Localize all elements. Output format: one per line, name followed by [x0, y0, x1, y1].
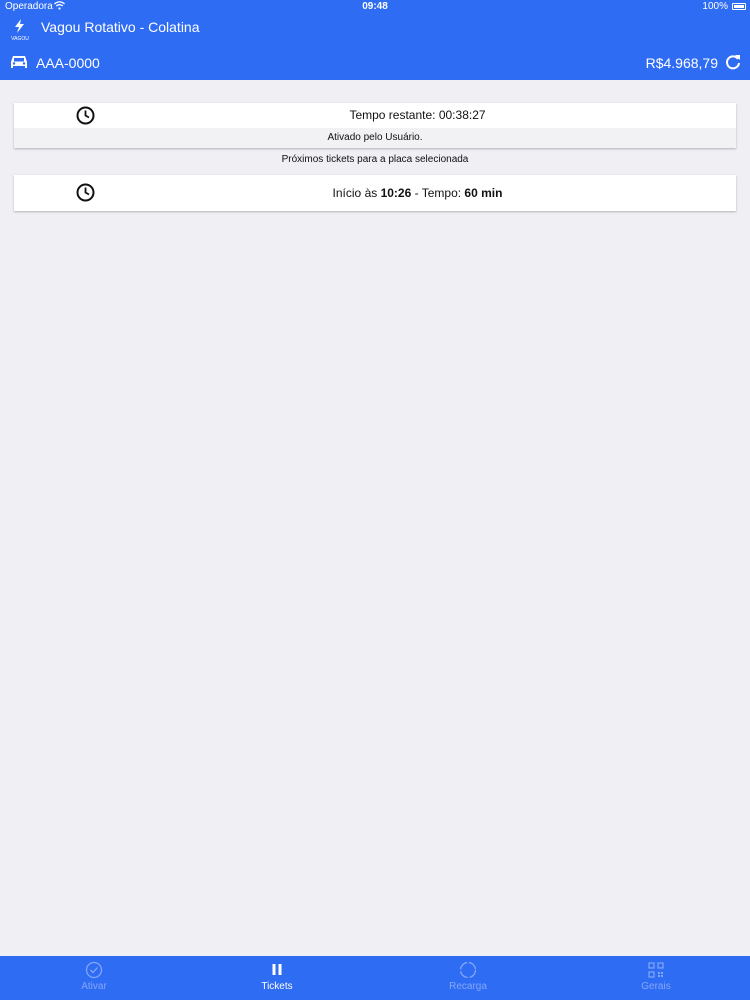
next-tickets-label: Próximos tickets para a placa selecionad…	[281, 154, 469, 165]
tab-tickets[interactable]: Tickets	[183, 956, 371, 1000]
battery-level: 100%	[702, 1, 728, 12]
tab-label: Gerais	[641, 981, 671, 992]
pause-icon	[272, 964, 282, 975]
check-circle-icon	[85, 961, 103, 979]
clock-icon	[76, 106, 95, 125]
active-ticket-card[interactable]: Tempo restante: 00:38:27 Ativado pelo Us…	[14, 103, 736, 148]
duration-prefix: - Tempo:	[411, 186, 465, 200]
refresh-circle-icon	[459, 961, 477, 979]
tab-recarga[interactable]: Recarga	[374, 956, 562, 1000]
car-icon	[11, 56, 27, 68]
clock-icon	[76, 183, 95, 202]
next-ticket-card[interactable]: Início às 10:26 - Tempo: 60 min	[14, 175, 736, 211]
tab-ativar[interactable]: Ativar	[0, 956, 188, 1000]
start-prefix: Início às	[332, 186, 381, 200]
tab-label: Ativar	[81, 981, 107, 992]
logo-text: VAGOU	[11, 36, 29, 42]
tab-label: Recarga	[449, 981, 487, 992]
activated-by: Ativado pelo Usuário.	[14, 128, 736, 148]
remaining-time: Tempo restante: 00:38:27	[349, 108, 486, 122]
status-bar: Operadora 09:48 100%	[0, 0, 750, 14]
app-header: Operadora 09:48 100% VAGOU Vagou Rotativ…	[0, 0, 750, 80]
active-ticket-row: Tempo restante: 00:38:27	[14, 103, 736, 128]
duration: 60 min	[464, 186, 503, 200]
plate-number[interactable]: AAA-0000	[36, 55, 100, 71]
refresh-icon[interactable]	[724, 53, 742, 71]
page-title: Vagou Rotativo - Colatina	[41, 19, 200, 35]
tab-gerais[interactable]: Gerais	[562, 956, 750, 1000]
next-ticket-info: Início às 10:26 - Tempo: 60 min	[99, 186, 736, 200]
status-time: 09:48	[362, 1, 388, 12]
start-time: 10:26	[380, 186, 412, 200]
qr-code-icon	[648, 962, 664, 978]
tab-label: Tickets	[261, 981, 293, 992]
plate-selector[interactable]: AAA-0000 R$4.968,79	[0, 52, 750, 74]
battery-icon	[732, 3, 746, 10]
tab-bar: Ativar Tickets Recarga Gerais	[0, 956, 750, 1000]
account-balance: R$4.968,79	[645, 55, 718, 71]
vagou-logo: VAGOU	[11, 19, 29, 42]
